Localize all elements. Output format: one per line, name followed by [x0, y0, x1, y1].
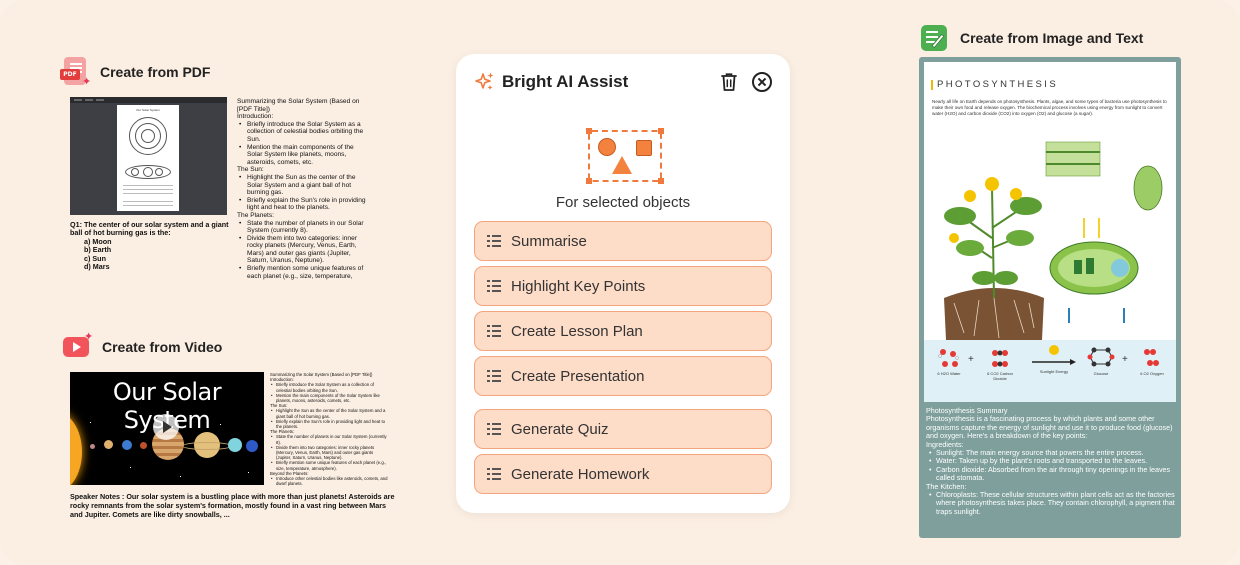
image-edit-icon: [920, 23, 950, 53]
pdf-summary-heading: The Planets:: [237, 211, 275, 219]
list-icon: [487, 468, 501, 480]
create-lesson-plan-button[interactable]: Create Lesson Plan: [474, 311, 772, 351]
video-summary-item: Introduce other celestial bodies like as…: [270, 476, 388, 486]
video-section-header: ✦ Create from Video: [62, 332, 222, 362]
highlight-key-points-button[interactable]: Highlight Key Points: [474, 266, 772, 306]
video-summary-item: State the number of planets in our Solar…: [270, 434, 388, 444]
equation-strip: 6 H2O Water + 6 CO2 Carbon Dioxide Sunli…: [924, 340, 1176, 402]
pdf-summary-heading: Introduction:: [237, 113, 274, 121]
oxygen-label: 6 O2 Oxygen: [1140, 371, 1164, 376]
answer-option: b) Earth: [84, 245, 112, 255]
poster-intro: Nearly all life on Earth depends on phot…: [932, 99, 1167, 116]
plus-sign: +: [968, 354, 974, 365]
video-summary-item: Briefly explain the Sun's role in provid…: [270, 419, 388, 429]
image-text-section-title: Create from Image and Text: [960, 30, 1144, 46]
play-button[interactable]: [153, 414, 179, 440]
co2-label: 6 CO2 Carbon Dioxide: [987, 371, 1013, 381]
question-text: Q1: The center of our solar system and a…: [70, 220, 229, 238]
sparkle-icon: [474, 71, 496, 93]
panel-subtitle: For selected objects: [555, 194, 691, 211]
button-label: Create Presentation: [511, 367, 645, 385]
ai-assist-panel: Bright AI Assist For selected objects Su…: [456, 54, 790, 513]
pdf-summary-item: Briefly explain the Sun's role in provid…: [237, 197, 367, 212]
video-summary-item: Highlight the Sun as the center of the S…: [270, 408, 388, 418]
speaker-notes: Speaker Notes : Our solar system is a bu…: [70, 492, 395, 519]
pdf-summary-title: Summarizing the Solar System (Based on […: [237, 98, 360, 113]
glucose-label: Glucose: [1093, 371, 1109, 376]
pdf-summary-item: Divide them into two categories: inner r…: [237, 235, 367, 265]
pdf-summary-item: Mention the main components of the Solar…: [237, 144, 367, 167]
pdf-section-header: PDF ✦ Create from PDF: [60, 57, 211, 88]
pdf-summary-heading: The Sun:: [237, 166, 264, 174]
list-icon: [487, 235, 501, 247]
summary-body: Photosynthesis is a fascinating process …: [926, 414, 1173, 441]
energy-label: Sunlight Energy: [1039, 369, 1069, 374]
pdf-summary-item: Briefly mention some unique features of …: [237, 265, 367, 280]
video-summary-item: Mention the main components of the Solar…: [270, 393, 388, 403]
button-label: Generate Quiz: [511, 420, 609, 438]
image-text-card[interactable]: PHOTOSYNTHESIS Nearly all life on Earth …: [919, 57, 1181, 538]
pdf-page-title: Our Solar System: [136, 108, 160, 112]
trash-icon[interactable]: [720, 72, 738, 92]
photosynthesis-poster: PHOTOSYNTHESIS Nearly all life on Earth …: [924, 62, 1176, 402]
answer-option: d) Mars: [84, 262, 110, 272]
generate-homework-button[interactable]: Generate Homework: [474, 454, 772, 494]
generate-quiz-button[interactable]: Generate Quiz: [474, 409, 772, 449]
video-summary-item: Briefly mention some unique features of …: [270, 460, 388, 470]
button-label: Highlight Key Points: [511, 277, 646, 295]
pdf-summary-item: Briefly introduce the Solar System as a …: [237, 121, 367, 144]
list-icon: [487, 325, 501, 337]
list-icon: [487, 280, 501, 292]
water-label: 6 H2O Water: [937, 371, 961, 376]
canvas: PDF ✦ Create from PDF Our Solar System S…: [0, 0, 1240, 565]
create-presentation-button[interactable]: Create Presentation: [474, 356, 772, 396]
summarise-button[interactable]: Summarise: [474, 221, 772, 261]
poster-title: PHOTOSYNTHESIS: [937, 79, 1059, 90]
image-text-section-header: Create from Image and Text: [920, 23, 1143, 53]
photosynthesis-summary: Photosynthesis Summary Photosynthesis is…: [926, 406, 1176, 516]
close-circle-icon[interactable]: [752, 72, 772, 92]
panel-header: Bright AI Assist: [474, 68, 772, 96]
pdf-page: Our Solar System: [117, 105, 179, 211]
button-label: Generate Homework: [511, 465, 650, 483]
button-label: Create Lesson Plan: [511, 322, 643, 340]
video-summary-item: Briefly introduce the Solar System as a …: [270, 382, 388, 392]
pdf-file-icon: PDF ✦: [60, 57, 91, 88]
list-icon: [487, 423, 501, 435]
pdf-summary-item: State the number of planets in our Solar…: [237, 220, 367, 235]
pdf-summary: Summarizing the Solar System (Based on […: [237, 98, 367, 280]
button-label: Summarise: [511, 232, 587, 250]
panel-title: Bright AI Assist: [502, 72, 629, 91]
video-summary: Summarizing the Solar System (Based on […: [270, 372, 388, 486]
video-player[interactable]: Our Solar System: [70, 372, 264, 485]
selected-objects-icon: [586, 128, 664, 184]
pdf-section-title: Create from PDF: [100, 64, 211, 80]
video-summary-item: Divide them into two categories: inner r…: [270, 445, 388, 461]
pdf-quiz-question: Q1: The center of our solar system and a…: [70, 220, 240, 272]
video-section-title: Create from Video: [102, 339, 223, 355]
pdf-viewer[interactable]: Our Solar System: [70, 97, 227, 215]
list-icon: [487, 370, 501, 382]
pdf-summary-item: Highlight the Sun as the center of the S…: [237, 174, 367, 197]
kitchen-item: Chloroplasts: These cellular structures …: [926, 490, 1176, 516]
video-play-icon: ✦: [62, 332, 93, 362]
ingredient-item: Carbon dioxide: Absorbed from the air th…: [926, 465, 1176, 483]
plant-illustration: [944, 141, 1163, 340]
plus-sign: +: [1122, 354, 1128, 365]
